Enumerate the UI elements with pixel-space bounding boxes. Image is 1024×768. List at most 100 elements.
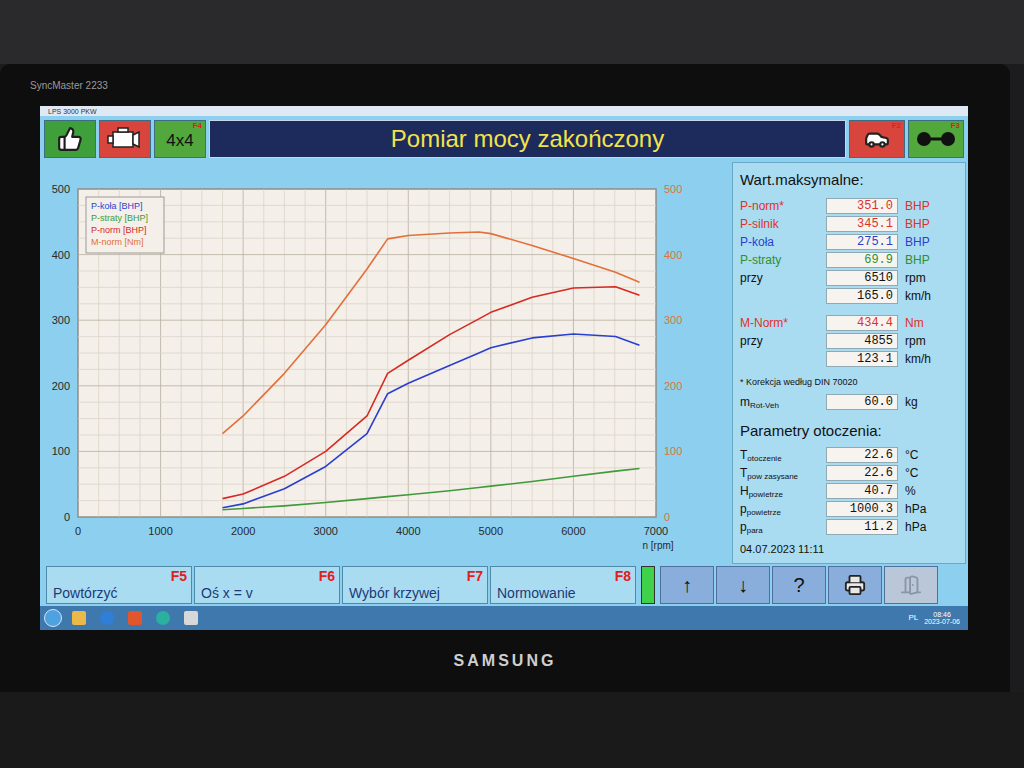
monitor: SyncMaster 2233LPS 3000 PKW 4x4F4Pomiar m… bbox=[0, 64, 1010, 692]
nav-button[interactable]: ↓ bbox=[716, 566, 770, 604]
value-unit: BHP bbox=[898, 218, 930, 230]
grid-line bbox=[78, 451, 656, 452]
value-unit: Nm bbox=[898, 317, 924, 329]
axle-icon bbox=[916, 128, 956, 150]
toolbar-button[interactable]: F2 bbox=[849, 120, 905, 158]
title-panel: Pomiar mocy zakończony bbox=[209, 120, 846, 158]
function-key-code: F5 bbox=[171, 569, 187, 583]
function-bar: PowtórzyćF5Oś x = vF6Wybór krzywejF7Norm… bbox=[40, 564, 968, 606]
grid-line bbox=[78, 418, 656, 419]
toolbar-button-key: F2 bbox=[892, 122, 901, 130]
taskbar-app-icon bbox=[156, 611, 170, 625]
thumbs-up-icon bbox=[57, 126, 83, 152]
value-label: P-koła bbox=[740, 236, 826, 248]
car-icon bbox=[864, 126, 890, 152]
taskbar-app[interactable] bbox=[180, 608, 202, 628]
value-row: ppowietrze1000.3hPa bbox=[740, 501, 958, 518]
value-row: przy6510rpm bbox=[740, 270, 958, 287]
y-tick-left: 500 bbox=[52, 183, 70, 195]
x-tick: 0 bbox=[75, 525, 81, 537]
value-unit: °C bbox=[898, 449, 918, 461]
y-tick-right: 200 bbox=[664, 380, 682, 392]
x-tick: 7000 bbox=[644, 525, 668, 537]
grid-line bbox=[78, 303, 656, 304]
value-row: przy4855rpm bbox=[740, 333, 958, 350]
footnote: * Korekcja według DIN 70020 bbox=[740, 376, 958, 390]
value-unit: hPa bbox=[898, 521, 926, 533]
ambient-heading: Parametry otoczenia: bbox=[740, 420, 958, 443]
nav-button[interactable]: ↑ bbox=[660, 566, 714, 604]
x-tick: 4000 bbox=[396, 525, 420, 537]
value-label-sub: otoczenie bbox=[747, 454, 781, 463]
tray-clock[interactable]: 08:462023-07-06 bbox=[924, 611, 964, 625]
grid-line bbox=[78, 189, 656, 190]
x-axis-label: n [rpm] bbox=[642, 540, 673, 551]
power-group: P-norm*351.0BHPP-silnik345.1BHPP-koła275… bbox=[740, 198, 958, 305]
function-key[interactable]: Oś x = vF6 bbox=[194, 566, 340, 604]
desk-background bbox=[0, 692, 1024, 768]
x-tick: 3000 bbox=[313, 525, 337, 537]
nav-button-label: ↓ bbox=[738, 575, 748, 595]
value-row: 165.0km/h bbox=[740, 288, 958, 305]
value-row: P-silnik345.1BHP bbox=[740, 216, 958, 233]
maxima-heading: Wart.maksymalne: bbox=[740, 169, 958, 192]
legend-item: P-koła [BHP] bbox=[91, 201, 143, 211]
value-unit: kg bbox=[898, 396, 918, 408]
tray-language[interactable]: PL bbox=[908, 612, 918, 624]
value-box: 123.1 bbox=[826, 351, 898, 367]
grid-line bbox=[78, 484, 656, 485]
value-label: mRot-Veh bbox=[740, 396, 826, 408]
grid-line bbox=[78, 320, 656, 321]
y-tick-left: 100 bbox=[52, 445, 70, 457]
nav-button[interactable] bbox=[884, 566, 938, 604]
value-unit: °C bbox=[898, 467, 918, 479]
value-label: P-straty bbox=[740, 254, 826, 266]
grid-line bbox=[78, 271, 656, 272]
function-key-label: Wybór krzywej bbox=[349, 586, 466, 600]
grid-line bbox=[78, 402, 656, 403]
grid-line bbox=[78, 500, 656, 501]
legend-item: P-straty [BHP] bbox=[91, 213, 148, 223]
x-tick: 2000 bbox=[231, 525, 255, 537]
function-key[interactable]: NormowanieF8 bbox=[490, 566, 636, 604]
value-unit: % bbox=[898, 485, 916, 497]
taskbar-app[interactable] bbox=[124, 608, 146, 628]
nav-button[interactable] bbox=[828, 566, 882, 604]
background-wall bbox=[0, 0, 1024, 64]
nav-button[interactable]: ? bbox=[772, 566, 826, 604]
function-key-code: F7 bbox=[467, 569, 483, 583]
toolbar-button[interactable]: 4x4F4 bbox=[154, 120, 206, 158]
taskbar-app[interactable] bbox=[96, 608, 118, 628]
taskbar-app-icon bbox=[72, 611, 86, 625]
tray-time: 08:46 bbox=[933, 611, 951, 618]
value-box: 275.1 bbox=[826, 234, 898, 250]
value-unit: km/h bbox=[898, 353, 931, 365]
dyno-chart: 0100200300400500010020030040050001000200… bbox=[42, 162, 730, 557]
monitor-top-bezel: SyncMaster 2233 bbox=[0, 64, 1010, 106]
value-label: M-Norm* bbox=[740, 317, 826, 329]
tray-date: 2023-07-06 bbox=[924, 618, 960, 625]
value-unit: BHP bbox=[898, 254, 930, 266]
level-indicator bbox=[641, 566, 655, 604]
x-tick: 1000 bbox=[148, 525, 172, 537]
toolbar-button[interactable] bbox=[99, 120, 151, 158]
function-key[interactable]: PowtórzyćF5 bbox=[46, 566, 192, 604]
function-key[interactable]: Wybór krzywejF7 bbox=[342, 566, 488, 604]
window-caption: LPS 3000 PKW bbox=[40, 106, 968, 116]
grid-line bbox=[78, 336, 656, 337]
toolbar-button[interactable] bbox=[44, 120, 96, 158]
value-box: 22.6 bbox=[826, 465, 898, 481]
value-label-sub: para bbox=[747, 526, 763, 535]
taskbar-app[interactable] bbox=[68, 608, 90, 628]
chart-panel: 0100200300400500010020030040050001000200… bbox=[42, 162, 730, 564]
taskbar-app[interactable] bbox=[152, 608, 174, 628]
toolbar-button[interactable]: F3 bbox=[908, 120, 964, 158]
toolbar-button-key: F4 bbox=[193, 122, 202, 130]
value-row: 123.1km/h bbox=[740, 351, 958, 368]
y-tick-right: 100 bbox=[664, 445, 682, 457]
value-box: 11.2 bbox=[826, 519, 898, 535]
value-label: przy bbox=[740, 272, 826, 284]
start-button[interactable] bbox=[44, 609, 62, 627]
taskbar: PL 08:462023-07-06 bbox=[40, 606, 968, 630]
grid-line bbox=[78, 353, 656, 354]
